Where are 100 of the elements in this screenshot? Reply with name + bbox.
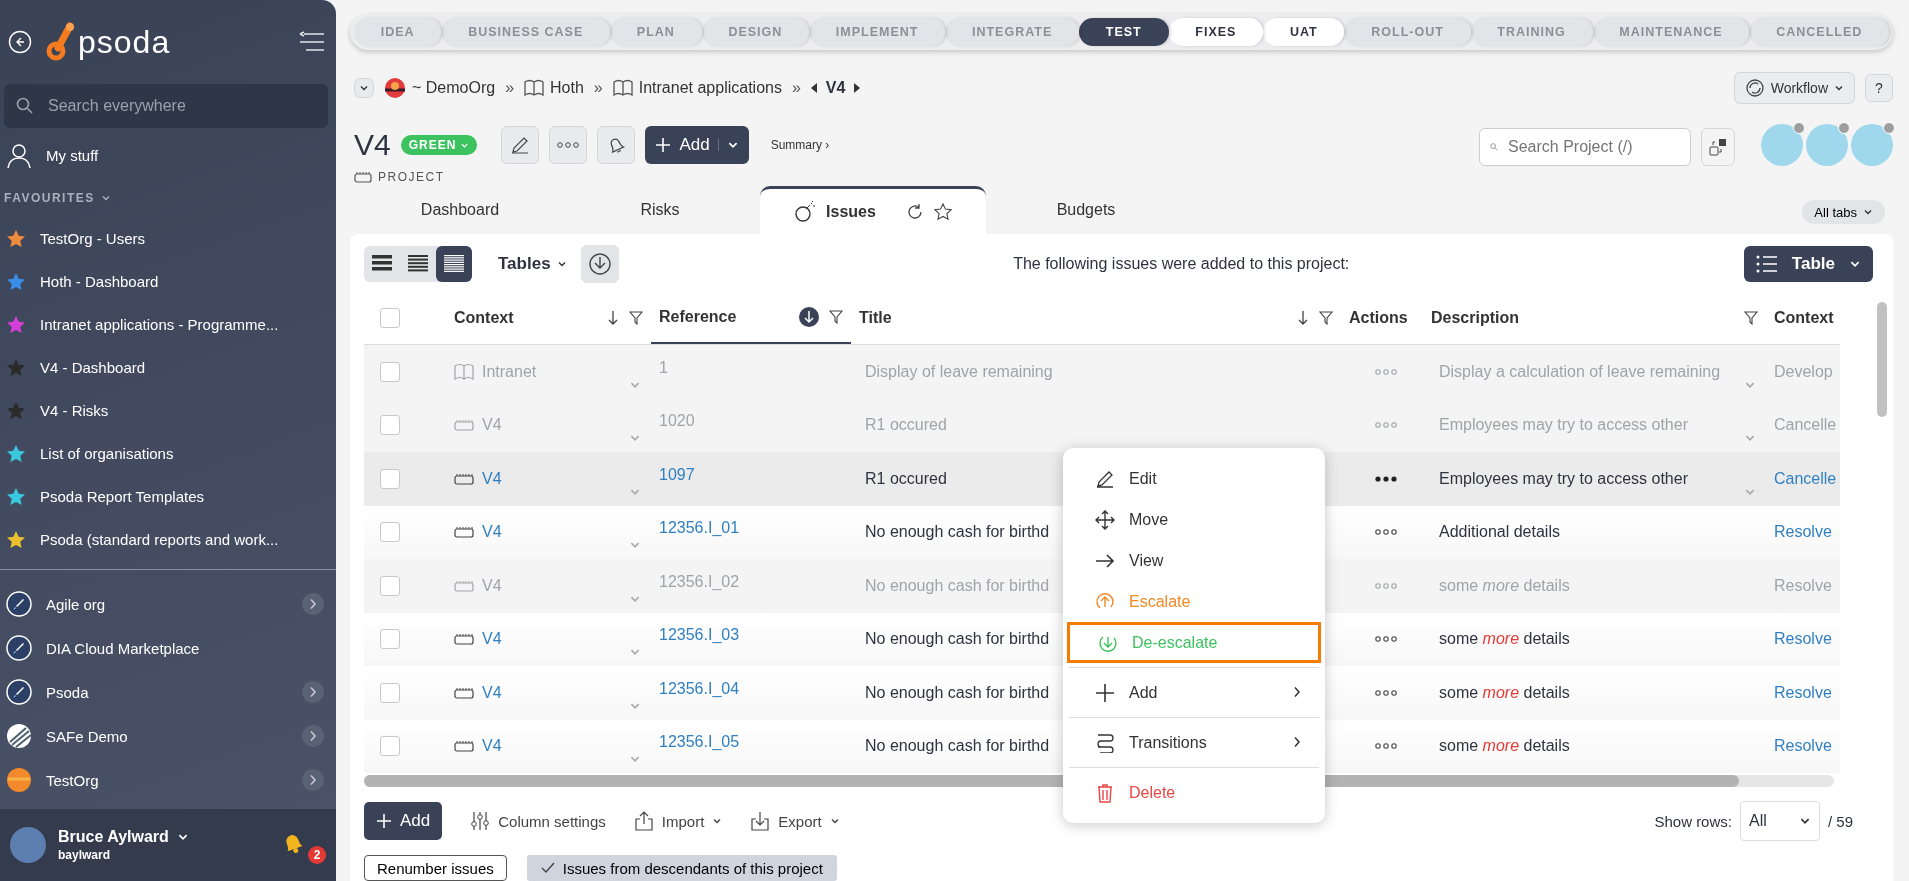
menu-item[interactable]: Add (1067, 672, 1321, 713)
column-header[interactable]: Actions (1341, 292, 1431, 344)
help-button[interactable]: ? (1865, 74, 1893, 102)
favourite-item[interactable]: Psoda Report Templates (0, 475, 336, 518)
sort-icon[interactable] (799, 307, 819, 327)
breadcrumb-link[interactable]: Intranet applications (638, 79, 782, 97)
reference-link[interactable]: 12356.I_03 (659, 626, 740, 645)
back-icon[interactable] (8, 30, 32, 54)
reference-link[interactable]: 12356.I_05 (659, 733, 740, 752)
add-button[interactable]: Add (645, 126, 749, 164)
column-header[interactable]: Context (1766, 292, 1840, 344)
more-icon[interactable] (1375, 529, 1397, 536)
reference-link[interactable]: 12356.I_04 (659, 679, 740, 698)
star-icon[interactable] (933, 202, 952, 221)
summary-link[interactable]: Summary › (770, 138, 830, 152)
tab[interactable]: Issues (760, 186, 986, 234)
checkbox[interactable] (380, 468, 400, 489)
renumber-button[interactable]: Renumber issues (364, 855, 507, 881)
favourite-item[interactable]: V4 - Dashboard (0, 346, 336, 389)
organisation-item[interactable]: Agile org (0, 582, 336, 626)
checkbox[interactable] (380, 682, 400, 703)
menu-item[interactable]: Move (1067, 499, 1321, 540)
menu-icon[interactable] (298, 31, 326, 53)
tab[interactable]: Dashboard (360, 186, 560, 234)
context-link[interactable]: V4 (482, 523, 502, 542)
favourite-item[interactable]: V4 - Risks (0, 389, 336, 432)
status-link[interactable]: Resolve (1774, 523, 1832, 542)
expand-button[interactable] (302, 769, 324, 791)
more-icon[interactable] (1375, 743, 1397, 750)
menu-item[interactable]: Edit (1067, 458, 1321, 499)
more-icon[interactable] (1375, 636, 1397, 643)
organisation-item[interactable]: DIA Cloud Marketplace (0, 626, 336, 670)
tab[interactable]: Risks (560, 186, 760, 234)
context-link[interactable]: V4 (482, 630, 502, 649)
tab[interactable]: Budgets (986, 186, 1186, 234)
favourite-item[interactable]: TestOrg - Users (0, 217, 336, 260)
workflow-button[interactable]: Workflow (1733, 72, 1855, 104)
checkbox[interactable] (380, 736, 400, 757)
expand-button[interactable] (302, 593, 324, 615)
more-icon[interactable] (1375, 475, 1397, 482)
search-bar[interactable]: Search Project (/) (1479, 128, 1691, 166)
favourites-header[interactable]: FAVOURITES (4, 191, 332, 205)
breadcrumb-link[interactable]: ~ DemoOrg (412, 79, 496, 97)
organisation-item[interactable]: SAFe Demo (0, 714, 336, 758)
status-link[interactable]: Cancelle (1774, 469, 1837, 488)
breadcrumb-link[interactable]: Hoth (550, 79, 584, 97)
checkbox[interactable] (380, 522, 400, 543)
reference-link[interactable]: 12356.I_01 (659, 519, 740, 538)
previous-icon[interactable] (810, 83, 818, 93)
refresh-icon[interactable] (905, 202, 924, 221)
scrollbar[interactable] (1877, 302, 1887, 417)
status-link[interactable]: Resolve (1774, 683, 1832, 702)
tables-dropdown[interactable]: Tables (498, 254, 567, 274)
more-button[interactable] (549, 126, 588, 164)
dropdown-button[interactable] (354, 78, 374, 98)
expand-button[interactable] (302, 725, 324, 747)
add-button[interactable]: Add (364, 802, 443, 840)
column-header[interactable]: Description (1431, 292, 1766, 344)
descendants-toggle[interactable]: Issues from descendants of this project (526, 855, 837, 881)
import-button[interactable]: Import (633, 811, 723, 831)
user-menu[interactable]: Bruce Aylward (58, 828, 189, 846)
search-bar[interactable]: Search everywhere (4, 84, 328, 128)
export-button[interactable]: Export (750, 811, 840, 831)
filter-icon[interactable] (1319, 311, 1333, 325)
context-link[interactable]: V4 (482, 737, 502, 756)
my-stuff-link[interactable]: My stuff (0, 134, 336, 177)
all-tabs-button[interactable]: All tabs (1802, 200, 1885, 224)
checkbox[interactable] (380, 308, 400, 328)
more-icon[interactable] (1375, 689, 1397, 696)
status-link[interactable]: Resolve (1774, 737, 1832, 756)
menu-item[interactable]: Transitions (1067, 722, 1321, 763)
favourite-item[interactable]: Psoda (standard reports and work... (0, 518, 336, 561)
search-field[interactable]: Search Project (/) (1506, 137, 1680, 157)
bell-button[interactable] (597, 126, 636, 164)
menu-item[interactable]: Delete (1067, 772, 1321, 813)
organisation-item[interactable]: TestOrg (0, 758, 336, 802)
stage-tab[interactable]: UAT (1263, 18, 1345, 46)
column-header[interactable]: Context (446, 292, 651, 344)
reference-link[interactable]: 1097 (659, 465, 695, 484)
display-dropdown[interactable]: Table (1743, 246, 1873, 282)
download-button[interactable] (580, 245, 619, 283)
swap-button[interactable] (1701, 128, 1735, 166)
edit-button[interactable] (501, 126, 540, 164)
search-field[interactable]: Search everywhere (46, 96, 316, 116)
column-header[interactable]: Title (851, 292, 1341, 344)
stage-tab[interactable]: FIXES (1168, 18, 1264, 46)
favourite-item[interactable]: Hoth - Dashboard (0, 260, 336, 303)
context-link[interactable]: V4 (482, 469, 502, 488)
expand-button[interactable] (302, 681, 324, 703)
view-mode-button[interactable] (436, 246, 472, 282)
filter-icon[interactable] (629, 311, 643, 325)
sort-icon[interactable] (1297, 310, 1309, 326)
menu-item[interactable]: View (1067, 540, 1321, 581)
avatar[interactable] (10, 827, 46, 863)
checkbox[interactable] (380, 629, 400, 650)
favourite-item[interactable]: List of organisations (0, 432, 336, 475)
sort-icon[interactable] (607, 310, 619, 326)
next-icon[interactable] (853, 83, 861, 93)
context-link[interactable]: V4 (482, 683, 502, 702)
filter-icon[interactable] (1744, 311, 1758, 325)
